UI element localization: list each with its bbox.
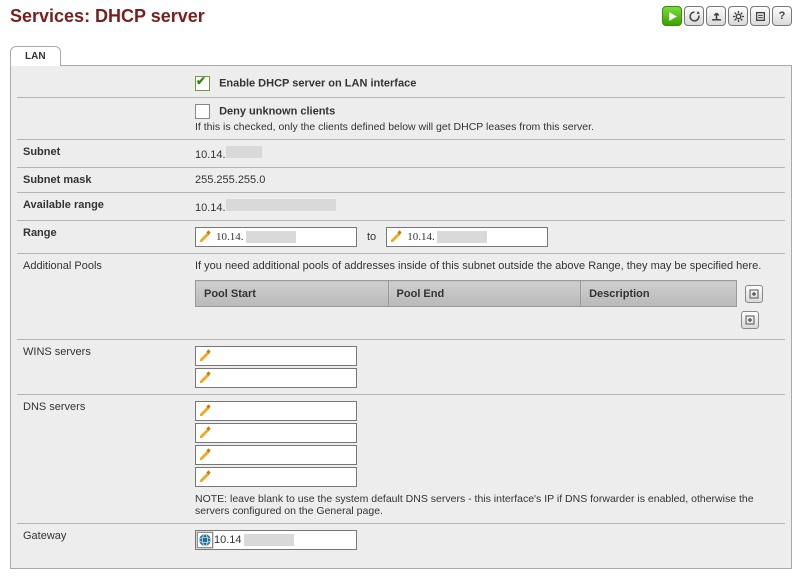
available-range-value: 10.14. [195,202,226,214]
dns-server-3-input[interactable] [195,445,357,465]
dns-label: DNS servers [17,394,189,523]
pool-end-header: Pool End [388,281,581,307]
pencil-icon [196,446,214,464]
range-from-text: 10.14. [214,231,244,243]
pencil-icon [196,424,214,442]
redacted-value [437,231,487,243]
pools-help: If you need additional pools of addresse… [195,260,779,272]
pencil-icon [196,369,214,387]
redacted-value [244,534,294,546]
pencil-icon [387,228,405,246]
deny-unknown-label: Deny unknown clients [219,105,335,117]
gateway-label: Gateway [17,523,189,558]
dns-server-4-input[interactable] [195,467,357,487]
pool-desc-header: Description [581,281,737,307]
deny-unknown-checkbox[interactable] [195,104,210,119]
range-to-text: 10.14. [405,231,435,243]
range-from-input[interactable]: 10.14. [195,227,357,247]
config-panel: Enable DHCP server on LAN interface Deny… [10,65,792,569]
page-title: Services: DHCP server [10,6,205,27]
dns-server-1-input[interactable] [195,401,357,421]
reload-icon[interactable] [684,6,704,26]
add-pool-button[interactable] [741,311,759,329]
globe-icon [196,531,214,549]
dns-server-2-input[interactable] [195,423,357,443]
subnet-value: 10.14. [195,149,226,161]
wins-server-1-input[interactable] [195,346,357,366]
wins-label: WINS servers [17,339,189,394]
gateway-input[interactable]: 10.14 [195,530,357,550]
help-icon[interactable]: ? [772,6,792,26]
pencil-icon [196,402,214,420]
enable-dhcp-label: Enable DHCP server on LAN interface [219,77,416,89]
mask-value: 255.255.255.0 [189,168,785,193]
pool-start-header: Pool Start [196,281,389,307]
enable-dhcp-checkbox[interactable] [195,76,210,91]
redacted-value [246,231,296,243]
upload-icon[interactable] [706,6,726,26]
wins-server-2-input[interactable] [195,368,357,388]
settings-icon[interactable] [728,6,748,26]
add-pool-button[interactable] [745,285,763,303]
mask-label: Subnet mask [17,168,189,193]
empty-cell [17,98,189,140]
pencil-icon [196,228,214,246]
tab-lan[interactable]: LAN [10,46,61,66]
redacted-value [226,199,336,211]
pencil-icon [196,347,214,365]
available-range-label: Available range [17,193,189,221]
start-service-icon[interactable] [662,6,682,26]
pools-table: Pool Start Pool End Description [195,280,779,333]
service-icon-bar: ? [662,6,792,26]
range-label: Range [17,221,189,254]
gateway-text: 10.14 [214,534,242,546]
range-to-input[interactable]: 10.14. [386,227,548,247]
dns-note: NOTE: leave blank to use the system defa… [195,493,779,517]
pools-label: Additional Pools [17,254,189,340]
pencil-icon [196,468,214,486]
empty-cell [17,70,189,98]
redacted-value [226,146,262,158]
range-to-separator: to [367,231,376,243]
subnet-label: Subnet [17,140,189,168]
deny-unknown-help: If this is checked, only the clients def… [195,121,779,133]
log-icon[interactable] [750,6,770,26]
